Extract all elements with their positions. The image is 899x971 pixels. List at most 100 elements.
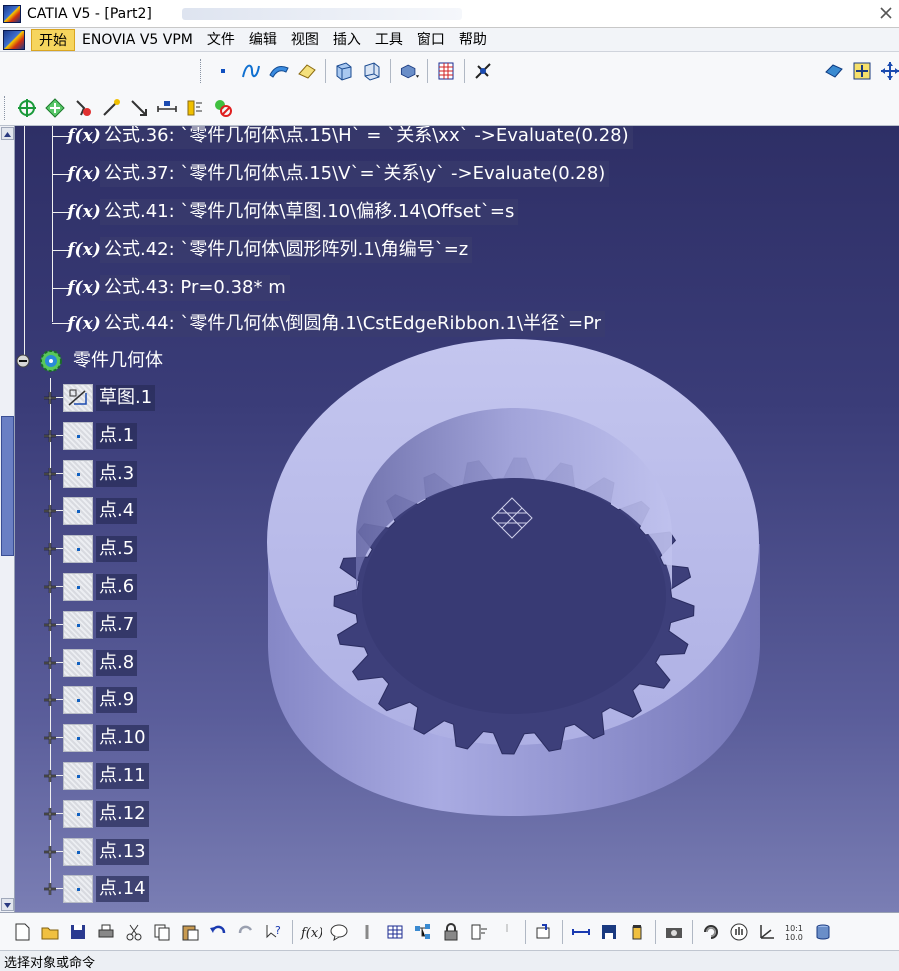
expand-icon[interactable]	[43, 580, 57, 594]
expand-icon[interactable]	[43, 882, 57, 896]
paste-icon[interactable]	[179, 921, 201, 943]
expand-icon[interactable]	[43, 845, 57, 859]
tree-node-point-3[interactable]: 点.4	[43, 496, 138, 526]
table-icon[interactable]	[384, 921, 406, 943]
zoom-icon[interactable]: 10:1 10.0	[784, 921, 806, 943]
view-back-icon[interactable]	[361, 60, 383, 82]
tree-node-point-1[interactable]: 点.1	[43, 421, 138, 451]
tree-node-sketch-0[interactable]: 草图.1	[43, 383, 156, 413]
formula-icon: f(x)	[67, 126, 101, 146]
menu-start[interactable]: 开始	[31, 28, 75, 51]
table-icon[interactable]	[435, 60, 457, 82]
save-icon[interactable]	[67, 921, 89, 943]
container-icon[interactable]	[626, 921, 648, 943]
hide-show-icon[interactable]	[72, 97, 94, 119]
expand-icon[interactable]	[43, 807, 57, 821]
expand-icon[interactable]	[43, 731, 57, 745]
catia-logo-icon[interactable]	[3, 29, 25, 50]
save-doc-icon[interactable]	[598, 921, 620, 943]
update-icon[interactable]	[533, 921, 555, 943]
cursor-icon[interactable]	[496, 921, 518, 943]
tree-node-part-body[interactable]: 零件几何体	[16, 346, 166, 376]
comment-icon[interactable]	[328, 921, 350, 943]
clash-icon[interactable]	[212, 97, 234, 119]
expand-icon[interactable]	[43, 769, 57, 783]
toolbar-grip[interactable]	[200, 59, 203, 83]
catia-app-icon[interactable]	[3, 4, 21, 23]
tree-formula-42[interactable]: f(x) 公式.42: `零件几何体\圆形阵列.1\角编号`=z	[67, 236, 473, 264]
redo-icon[interactable]	[235, 921, 257, 943]
tree-node-point-7[interactable]: 点.8	[43, 648, 138, 678]
compass-icon[interactable]	[472, 60, 494, 82]
expand-icon[interactable]	[43, 504, 57, 518]
surface-icon[interactable]	[268, 60, 290, 82]
camera-icon[interactable]	[663, 921, 685, 943]
new-icon[interactable]	[11, 921, 33, 943]
formula-icon[interactable]: f(x)	[300, 921, 322, 943]
tree-node-point-12[interactable]: 点.13	[43, 837, 149, 867]
measure-icon[interactable]	[184, 97, 206, 119]
menu-view[interactable]: 视图	[284, 29, 326, 51]
move-icon[interactable]	[16, 97, 38, 119]
line-icon[interactable]	[128, 97, 150, 119]
expand-icon[interactable]	[43, 391, 57, 405]
print-icon[interactable]	[95, 921, 117, 943]
whats-this-icon[interactable]: ?	[263, 921, 285, 943]
dimension-icon[interactable]	[156, 97, 178, 119]
tree-node-point-9[interactable]: 点.10	[43, 723, 149, 753]
collapse-icon[interactable]	[16, 354, 30, 368]
tree-formula-43[interactable]: f(x) 公式.43: Pr=0.38* m	[67, 274, 290, 302]
catalog-icon[interactable]	[823, 60, 845, 82]
menu-insert[interactable]: 插入	[326, 29, 368, 51]
tree-icon[interactable]	[412, 921, 434, 943]
menu-file[interactable]: 文件	[200, 29, 242, 51]
axis-icon[interactable]	[756, 921, 778, 943]
tree-formula-37[interactable]: f(x) 公式.37: `零件几何体\点.15\V`=`关系\y` ->Eval…	[67, 160, 610, 188]
tree-node-point-4[interactable]: 点.5	[43, 534, 138, 564]
toolbar-grip[interactable]	[4, 96, 7, 120]
tree-formula-36[interactable]: f(x) 公式.36: `零件几何体\点.15\H` = `关系\xx` ->E…	[67, 126, 633, 150]
expand-icon[interactable]	[43, 542, 57, 556]
copy-icon[interactable]	[151, 921, 173, 943]
3d-viewport[interactable]: f(x) 公式.36: `零件几何体\点.15\H` = `关系\xx` ->E…	[0, 126, 899, 912]
magnet-icon[interactable]	[100, 97, 122, 119]
render-style-icon[interactable]	[398, 60, 420, 82]
spline-icon[interactable]	[240, 60, 262, 82]
cylinder-icon[interactable]	[812, 921, 834, 943]
tree-node-point-8[interactable]: 点.9	[43, 685, 138, 715]
knowledge-icon[interactable]	[356, 921, 378, 943]
tree-node-point-2[interactable]: 点.3	[43, 459, 138, 489]
measure-icon[interactable]	[570, 921, 592, 943]
menu-help[interactable]: 帮助	[452, 29, 494, 51]
pan-icon[interactable]	[879, 60, 899, 82]
expand-icon[interactable]	[43, 693, 57, 707]
undo-icon[interactable]	[207, 921, 229, 943]
tree-node-point-13[interactable]: 点.14	[43, 874, 149, 904]
script-icon[interactable]	[468, 921, 490, 943]
tree-node-point-10[interactable]: 点.11	[43, 761, 149, 791]
expand-icon[interactable]	[43, 467, 57, 481]
tree-formula-44[interactable]: f(x) 公式.44: `零件几何体\倒圆角.1\CstEdgeRibbon.1…	[67, 310, 606, 338]
menu-enovia[interactable]: ENOVIA V5 VPM	[75, 29, 200, 51]
lock-icon[interactable]	[440, 921, 462, 943]
rotate-icon[interactable]	[700, 921, 722, 943]
fit-all-icon[interactable]	[851, 60, 873, 82]
menu-tools[interactable]: 工具	[368, 29, 410, 51]
snap-icon[interactable]	[44, 97, 66, 119]
hand-icon[interactable]	[728, 921, 750, 943]
cut-icon[interactable]	[123, 921, 145, 943]
close-icon[interactable]	[879, 6, 893, 20]
tree-node-point-11[interactable]: 点.12	[43, 799, 149, 829]
menu-edit[interactable]: 编辑	[242, 29, 284, 51]
view-front-icon[interactable]	[333, 60, 355, 82]
tree-node-point-6[interactable]: 点.7	[43, 610, 138, 640]
tree-node-point-5[interactable]: 点.6	[43, 572, 138, 602]
point-icon[interactable]	[212, 60, 234, 82]
menu-window[interactable]: 窗口	[410, 29, 452, 51]
expand-icon[interactable]	[43, 656, 57, 670]
eraser-icon[interactable]	[296, 60, 318, 82]
expand-icon[interactable]	[43, 429, 57, 443]
expand-icon[interactable]	[43, 618, 57, 632]
tree-formula-41[interactable]: f(x) 公式.41: `零件几何体\草图.10\偏移.14\Offset`=s	[67, 198, 519, 226]
open-icon[interactable]	[39, 921, 61, 943]
